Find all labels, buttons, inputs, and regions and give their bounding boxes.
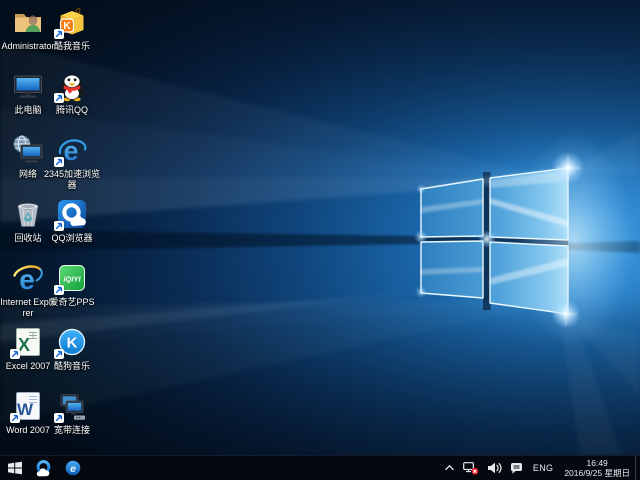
clock-time: 16:49 xyxy=(564,458,630,468)
shortcut-arrow-icon xyxy=(54,93,64,103)
system-tray: ENG 16:49 2016/9/25 星期日 xyxy=(440,456,640,480)
desktop-icon-label: 腾讯QQ xyxy=(43,105,101,116)
shortcut-arrow-icon xyxy=(54,221,64,231)
taskbar: e xyxy=(0,455,640,480)
2345-browser-icon: e xyxy=(56,134,88,166)
tray-clock[interactable]: 16:49 2016/9/25 星期日 xyxy=(559,458,635,478)
recycle-bin-icon xyxy=(12,198,44,230)
shortcut-arrow-icon xyxy=(54,285,64,295)
qq-browser-icon xyxy=(56,198,88,230)
qq-browser-taskbar-icon xyxy=(34,460,53,477)
tray-language-indicator[interactable]: ENG xyxy=(527,456,559,480)
2345-browser-taskbar-icon: e xyxy=(65,460,81,476)
desktop-icon-broadband-connection[interactable]: 宽带连接 xyxy=(41,390,103,436)
shortcut-arrow-icon xyxy=(54,157,64,167)
excel-2007-icon: X xyxy=(12,326,44,358)
desktop-icon-qq-browser[interactable]: QQ浏览器 xyxy=(41,198,103,244)
network-icon xyxy=(12,134,44,166)
shortcut-arrow-icon xyxy=(54,349,64,359)
desktop-icon-2345-browser[interactable]: e 2345加速浏览器 xyxy=(41,134,103,191)
tray-network-disconnected-icon[interactable] xyxy=(459,456,483,480)
desktop-icon-label: 酷狗音乐 xyxy=(43,361,101,372)
desktop-icon-label: QQ浏览器 xyxy=(43,233,101,244)
qq-penguin-icon xyxy=(56,70,88,102)
shortcut-arrow-icon xyxy=(10,349,20,359)
desktop: Administrator K 酷我音乐 xyxy=(0,0,640,480)
desktop-icon-label: 酷我音乐 xyxy=(43,41,101,52)
this-pc-icon xyxy=(12,70,44,102)
start-button[interactable] xyxy=(0,456,29,480)
internet-explorer-icon: e xyxy=(12,262,44,294)
svg-text:K: K xyxy=(67,335,78,352)
desktop-icon-tencent-qq[interactable]: 腾讯QQ xyxy=(41,70,103,116)
desktop-icon-label: 宽带连接 xyxy=(43,425,101,436)
shortcut-arrow-icon xyxy=(54,29,64,39)
windows-logo-icon xyxy=(8,461,22,475)
desktop-icon-label: 爱奇艺PPS xyxy=(43,297,101,308)
clock-date: 2016/9/25 星期日 xyxy=(564,468,630,478)
taskbar-2345-browser-button[interactable]: e xyxy=(58,456,87,480)
word-2007-icon: W xyxy=(12,390,44,422)
svg-text:iQIYI: iQIYI xyxy=(63,275,81,284)
tray-volume-icon[interactable] xyxy=(483,456,506,480)
tray-chevron-up-icon[interactable] xyxy=(440,456,459,480)
broadband-connection-icon xyxy=(56,390,88,422)
desktop-icon-kugou-music[interactable]: K 酷狗音乐 xyxy=(41,326,103,372)
shortcut-arrow-icon xyxy=(10,413,20,423)
desktop-icon-label: 2345加速浏览器 xyxy=(43,169,101,191)
desktop-icon-kuwo-music[interactable]: K 酷我音乐 xyxy=(41,6,103,52)
shortcut-arrow-icon xyxy=(54,413,64,423)
taskbar-qq-browser-button[interactable] xyxy=(29,456,58,480)
kugou-music-icon: K xyxy=(56,326,88,358)
desktop-icon-iqiyi-pps[interactable]: iQIYI 爱奇艺PPS xyxy=(41,262,103,308)
tray-action-center-icon[interactable] xyxy=(506,456,527,480)
svg-text:K: K xyxy=(63,21,71,32)
iqiyi-pps-icon: iQIYI xyxy=(56,262,88,294)
svg-text:e: e xyxy=(70,463,76,475)
kuwo-music-icon: K xyxy=(56,6,88,38)
show-desktop-button[interactable] xyxy=(635,456,640,480)
user-folder-icon xyxy=(12,6,44,38)
